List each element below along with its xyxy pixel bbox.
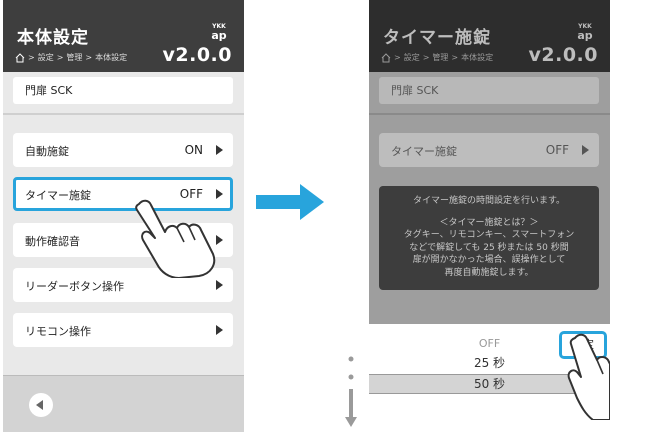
- breadcrumb-item[interactable]: 設定: [404, 52, 420, 63]
- settings-screen: 本体設定 YKK ap > 設定 > 管理 > 本体設定 v2.0.0 門扉 SCK 自…: [3, 0, 244, 432]
- ykk-ap-logo: YKK ap: [577, 23, 593, 42]
- breadcrumb: > 設定 > 管理 > 本体設定: [381, 52, 493, 63]
- tapping-hand-icon: [567, 333, 610, 420]
- divider: [369, 113, 610, 115]
- breadcrumb-item: 本体設定: [95, 53, 128, 62]
- menu-item-auto-lock[interactable]: 自動施錠 ON: [13, 133, 233, 167]
- header: タイマー施錠 YKK ap > 設定 > 管理 > 本体設定 v2.0.0: [369, 0, 610, 72]
- header: 本体設定 YKK ap > 設定 > 管理 > 本体設定 v2.0.0: [3, 0, 244, 72]
- divider: [3, 113, 244, 115]
- device-name: 門扉 SCK: [379, 77, 599, 104]
- setting-value: OFF: [545, 143, 569, 157]
- arrow-right-icon: [256, 184, 324, 220]
- breadcrumb-item[interactable]: 設定: [38, 52, 54, 63]
- version-label: v2.0.0: [162, 44, 232, 66]
- breadcrumb: > 設定 > 管理 > 本体設定: [15, 52, 127, 63]
- chevron-right-icon: [216, 145, 223, 155]
- home-icon[interactable]: [381, 52, 391, 63]
- scroll-down-icon: [345, 356, 357, 427]
- chevron-right-icon: [216, 280, 223, 290]
- breadcrumb-item[interactable]: 管理: [432, 52, 448, 63]
- tapping-hand-icon: [135, 199, 216, 278]
- back-button[interactable]: [29, 393, 53, 417]
- menu-item-remote-control[interactable]: リモコン操作: [13, 313, 233, 347]
- breadcrumb-item[interactable]: 管理: [66, 52, 82, 63]
- chevron-right-icon: [582, 145, 589, 155]
- menu-item-timer-lock[interactable]: タイマー施錠 OFF: [379, 133, 599, 167]
- home-icon[interactable]: [15, 52, 25, 63]
- timer-lock-description: タイマー施錠の時間設定を行います。 ＜タイマー施錠とは？＞ タグキー、リモコンキ…: [379, 186, 599, 290]
- chevron-right-icon: [216, 325, 223, 335]
- timer-lock-screen: タイマー施錠 YKK ap > 設定 > 管理 > 本体設定 v2.0.0 門扉 SCK…: [369, 0, 610, 432]
- page-title: タイマー施錠: [383, 28, 491, 48]
- ykk-ap-logo: YKK ap: [211, 23, 227, 42]
- breadcrumb-item[interactable]: 本体設定: [461, 52, 493, 63]
- setting-value: ON: [184, 143, 203, 157]
- page-title: 本体設定: [17, 28, 89, 48]
- device-name: 門扉 SCK: [13, 77, 233, 104]
- version-label: v2.0.0: [528, 44, 598, 66]
